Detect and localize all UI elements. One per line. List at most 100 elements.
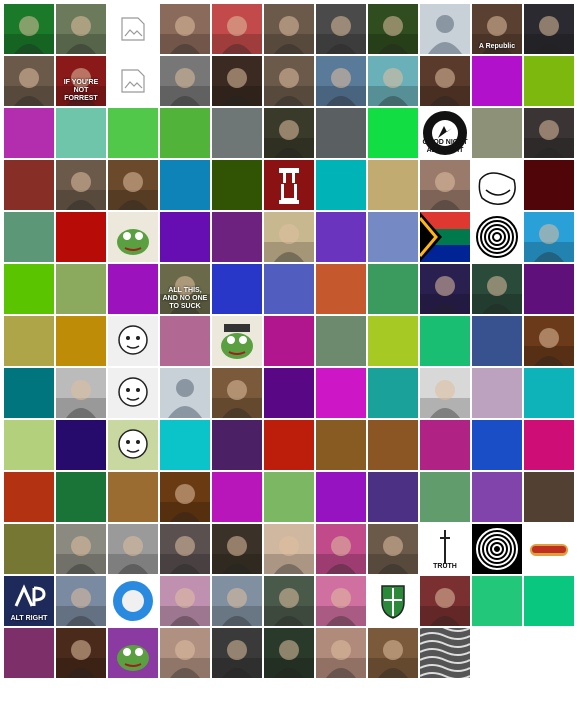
- avatar-swatch[interactable]: [160, 420, 210, 470]
- avatar-parliament-photo[interactable]: [264, 628, 314, 678]
- avatar-swatch[interactable]: [524, 56, 574, 106]
- avatar-soldier-meme[interactable]: ALL THIS, AND NO ONE TO SUCK: [160, 264, 210, 314]
- avatar-swatch[interactable]: [264, 316, 314, 366]
- avatar-man-photo[interactable]: [264, 4, 314, 54]
- avatar-swatch[interactable]: [56, 212, 106, 262]
- avatar-person-photo[interactable]: [420, 56, 470, 106]
- avatar-swatch[interactable]: [4, 264, 54, 314]
- avatar-truth-sword[interactable]: TRUTH: [420, 524, 470, 574]
- avatar-swatch[interactable]: [316, 368, 366, 418]
- avatar-catfish-photo[interactable]: [264, 576, 314, 626]
- avatar-swatch[interactable]: [368, 212, 418, 262]
- avatar-swatch[interactable]: [4, 316, 54, 366]
- avatar-swatch[interactable]: [56, 316, 106, 366]
- avatar-cartoon-beanie[interactable]: [108, 420, 158, 470]
- avatar-swatch[interactable]: [316, 420, 366, 470]
- avatar-swatch[interactable]: [316, 316, 366, 366]
- avatar-masked-man-photo[interactable]: [212, 56, 262, 106]
- avatar-knight-shield[interactable]: [368, 576, 418, 626]
- avatar-pink-woman-photo[interactable]: [316, 524, 366, 574]
- avatar-swatch[interactable]: [4, 524, 54, 574]
- avatar-swatch[interactable]: [472, 576, 522, 626]
- avatar-man-photo[interactable]: [56, 160, 106, 210]
- avatar-swatch[interactable]: [56, 472, 106, 522]
- avatar-swatch[interactable]: [368, 160, 418, 210]
- avatar-fox-man-photo[interactable]: [368, 628, 418, 678]
- avatar-swatch[interactable]: [4, 212, 54, 262]
- avatar-man-portrait-painting[interactable]: [108, 160, 158, 210]
- avatar-swatch[interactable]: [368, 316, 418, 366]
- avatar-swatch[interactable]: [160, 316, 210, 366]
- avatar-swatch[interactable]: [56, 420, 106, 470]
- avatar-swatch[interactable]: [108, 108, 158, 158]
- avatar-swatch[interactable]: [420, 420, 470, 470]
- avatar-swatch[interactable]: [472, 368, 522, 418]
- avatar-robot-photo[interactable]: [316, 4, 366, 54]
- avatar-swatch[interactable]: [524, 420, 574, 470]
- avatar-rude-dog-logo[interactable]: [108, 576, 158, 626]
- avatar-anime-girl-photo[interactable]: [368, 56, 418, 106]
- avatar-swatch[interactable]: [524, 576, 574, 626]
- avatar-swatch[interactable]: [472, 472, 522, 522]
- avatar-flag-photo[interactable]: [4, 4, 54, 54]
- avatar-swatch[interactable]: [368, 368, 418, 418]
- avatar-swatch[interactable]: [4, 472, 54, 522]
- avatar-swatch[interactable]: [212, 108, 262, 158]
- avatar-broken[interactable]: [108, 4, 158, 54]
- avatar-swatch[interactable]: [368, 264, 418, 314]
- avatar-trollface[interactable]: [472, 160, 522, 210]
- avatar-woman-face-photo[interactable]: [316, 628, 366, 678]
- avatar-baseball-card[interactable]: [420, 368, 470, 418]
- avatar-swatch[interactable]: [472, 316, 522, 366]
- avatar-flower-photo[interactable]: [368, 4, 418, 54]
- avatar-painting-a-republic[interactable]: A Republic: [472, 4, 522, 54]
- avatar-confederate-meme-forrest[interactable]: IF YOU'RE NOT FORREST: [56, 56, 106, 106]
- avatar-old-man-painting[interactable]: [420, 160, 470, 210]
- avatar-man-sunglasses-photo[interactable]: [524, 212, 574, 262]
- avatar-red-hat-photo[interactable]: [212, 4, 262, 54]
- avatar-swatch[interactable]: [368, 420, 418, 470]
- avatar-man-suit-photo[interactable]: [212, 576, 262, 626]
- avatar-woman-photo[interactable]: [160, 628, 210, 678]
- avatar-swatch[interactable]: [420, 316, 470, 366]
- avatar-iu-logo[interactable]: [264, 160, 314, 210]
- avatar-swatch[interactable]: [316, 472, 366, 522]
- avatar-swatch[interactable]: [524, 472, 574, 522]
- avatar-dark-animal-photo[interactable]: [524, 4, 574, 54]
- avatar-black-white-sun[interactable]: [472, 524, 522, 574]
- avatar-swatch[interactable]: [472, 108, 522, 158]
- avatar-sunglasses-man-photo[interactable]: [160, 524, 210, 574]
- avatar-swatch[interactable]: [4, 160, 54, 210]
- avatar-man-portrait-bw[interactable]: [160, 56, 210, 106]
- avatar-man-photo[interactable]: [264, 56, 314, 106]
- avatar-couple-reading[interactable]: [56, 368, 106, 418]
- avatar-man-photo[interactable]: [4, 56, 54, 106]
- avatar-pink-man-photo[interactable]: [160, 576, 210, 626]
- avatar-pepe-frog[interactable]: [108, 212, 158, 262]
- avatar-swatch[interactable]: [264, 368, 314, 418]
- avatar-swatch[interactable]: [4, 368, 54, 418]
- avatar-default-avatar[interactable]: [420, 4, 470, 54]
- avatar-cartoon-pair[interactable]: [108, 368, 158, 418]
- avatar-grim-reaper-photo[interactable]: [264, 108, 314, 158]
- avatar-hand-photo[interactable]: [56, 4, 106, 54]
- avatar-food-photo[interactable]: [524, 316, 574, 366]
- avatar-swatch[interactable]: [316, 160, 366, 210]
- avatar-swatch[interactable]: [524, 160, 574, 210]
- avatar-swatch[interactable]: [160, 160, 210, 210]
- avatar-swatch[interactable]: [368, 472, 418, 522]
- avatar-blurred-painting[interactable]: [212, 368, 262, 418]
- avatar-pink-figure-photo[interactable]: [316, 576, 366, 626]
- avatar-pale-figure-photo[interactable]: [56, 524, 106, 574]
- avatar-alt-right-logo[interactable]: ALT RIGHT: [4, 576, 54, 626]
- avatar-dark-warrior-art[interactable]: [160, 472, 210, 522]
- avatar-pepe-clown[interactable]: [108, 628, 158, 678]
- avatar-swatch[interactable]: [316, 108, 366, 158]
- avatar-swatch[interactable]: [472, 420, 522, 470]
- avatar-default-avatar[interactable]: [160, 368, 210, 418]
- avatar-black-vortex[interactable]: [472, 212, 522, 262]
- avatar-swatch[interactable]: [264, 420, 314, 470]
- avatar-swatch[interactable]: [4, 420, 54, 470]
- avatar-swatch[interactable]: [212, 160, 262, 210]
- avatar-swatch[interactable]: [108, 472, 158, 522]
